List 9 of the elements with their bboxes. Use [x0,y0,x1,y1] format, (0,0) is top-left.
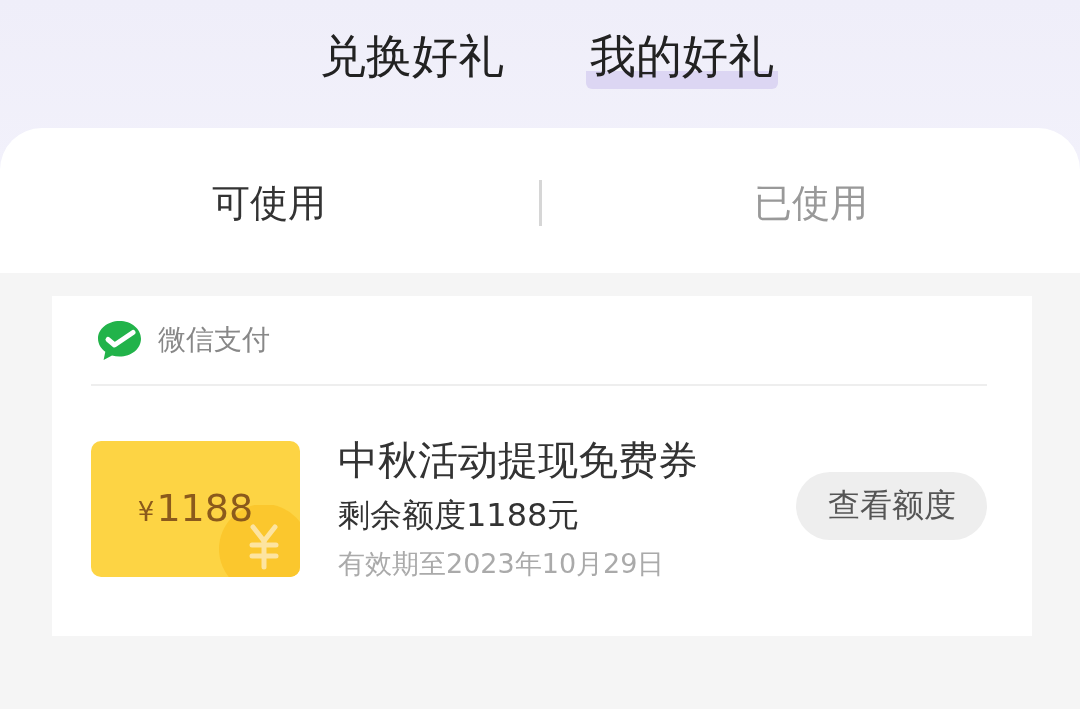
provider-name: 微信支付 [158,322,270,358]
view-balance-button[interactable]: 查看额度 [796,472,987,540]
coupon-validity: 有效期至2023年10月29日 [338,547,666,581]
chat-check-icon [97,319,142,361]
voucher-amount: ¥1188 [137,485,254,532]
category-tab[interactable]: 兑换好礼 [316,27,508,89]
status-tab[interactable]: 可使用 [0,177,539,228]
coupon-balance: 剩余额度1188元 [338,495,581,536]
coupon-title: 中秋活动提现免费券 [338,436,699,485]
